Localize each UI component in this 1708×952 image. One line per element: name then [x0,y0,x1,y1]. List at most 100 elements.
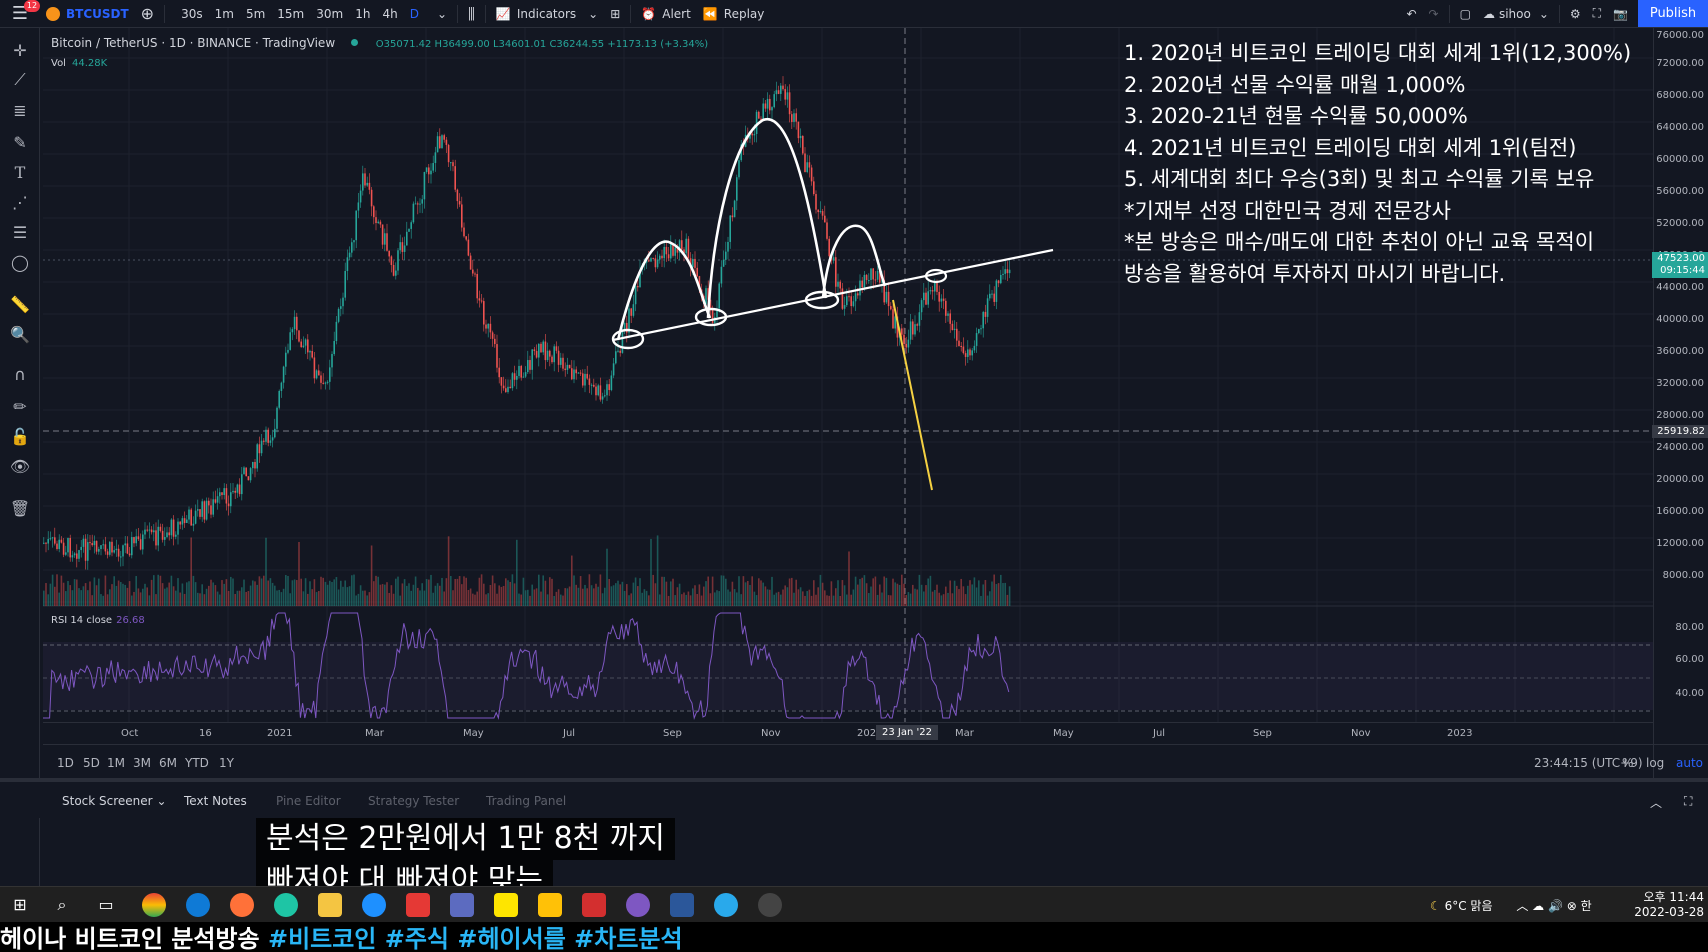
tab-strategy-tester[interactable]: Strategy Tester [368,794,459,808]
interval-4h[interactable]: 4h [376,7,403,21]
log-toggle[interactable]: log [1646,756,1664,770]
word-icon[interactable] [670,893,694,917]
brush-tool[interactable]: ✎ [8,130,32,154]
firefox-icon[interactable] [230,893,254,917]
layout-button[interactable]: ⊞ [604,0,626,28]
maximize-panel-button[interactable]: ⛶ [1684,794,1692,809]
shapes-tool[interactable]: ◯ [8,250,32,274]
compare-button[interactable]: ⊕ [135,0,160,28]
task-view-button[interactable]: ▭ [94,893,118,917]
tab-trading-panel[interactable]: Trading Panel [486,794,566,808]
windows-start-button[interactable]: ⊞ [8,893,32,917]
time-axis[interactable]: Oct 16 2021 Mar May Jul Sep Nov 202 Mar May Jul Sep N… [43,722,1653,744]
telegram-icon[interactable] [714,893,738,917]
replay-button[interactable]: ⏪ Replay [697,0,771,28]
interval-30m[interactable]: 30m [310,7,349,21]
interval-dropdown[interactable]: ⌄ [431,0,453,28]
fib-tool[interactable]: ≣ [8,98,32,122]
range-1y[interactable]: 1Y [219,756,234,770]
volume-bar [951,593,954,606]
range-1d[interactable]: 1D [57,756,74,770]
volume-bar [942,594,945,606]
zoom-tool[interactable]: 🔍 [8,322,32,346]
interval-30s[interactable]: 30s [175,7,209,21]
interval-1m[interactable]: 1m [209,7,240,21]
system-clock[interactable]: 오후 11:44 2022-03-28 [1634,890,1704,920]
interval-15m[interactable]: 15m [271,7,310,21]
redo-button[interactable]: ↷ [1423,0,1445,28]
search-button[interactable]: ⌕ [50,893,74,917]
range-5d[interactable]: 5D [83,756,100,770]
obs-icon[interactable] [758,893,782,917]
symbol-search-button[interactable]: BTCUSDT [40,0,135,28]
hide-tool[interactable]: 👁 [8,454,32,478]
fullscreen-toggle[interactable]: ▢ [1454,0,1477,28]
volume-bar [683,592,685,606]
kakaotalk-icon[interactable] [494,893,518,917]
top-toolbar: ☰ 12 BTCUSDT ⊕ 30s 1m 5m 15m 30m 1h 4h D ⌄ ⫼ 📈 … [0,0,1708,28]
collapse-panel-button[interactable]: ︿ [1650,794,1662,811]
candle-body [652,258,654,260]
volume-bar [1006,594,1009,606]
indicators-button[interactable]: 📈 Indicators ⌄ [490,0,604,28]
volume-bar [49,583,52,606]
candle-body [722,259,725,267]
range-3m[interactable]: 3M [133,756,151,770]
pattern-tool[interactable]: ⋰ [8,190,32,214]
ie-icon[interactable] [362,893,386,917]
divider [484,4,486,23]
candle-body [410,222,412,229]
volume-bar [876,594,879,606]
interval-D[interactable]: D [404,7,425,21]
candle-body [289,332,291,350]
file-explorer-icon[interactable] [318,893,342,917]
undo-button[interactable]: ↶ [1400,0,1422,28]
alert-button[interactable]: ⏰ Alert [635,0,697,28]
auto-toggle[interactable]: auto [1676,756,1703,770]
candle-body [315,370,318,379]
user-layout-button[interactable]: ☁ sihoo ⌄ [1477,0,1555,28]
candle-body [192,523,195,526]
snapshot-button[interactable]: 📷 [1607,0,1634,28]
note-line: 1. 2020년 비트코인 트레이딩 대회 세계 1위(12,300%) [1124,41,1632,65]
stay-drawing-tool[interactable]: ✏ [8,394,32,418]
trendline-tool[interactable]: ⟋ [8,68,32,92]
candle-body [861,280,863,288]
app-icon[interactable] [582,893,606,917]
measure-tool[interactable]: 📏 [8,292,32,316]
app-icon[interactable] [406,893,430,917]
chrome-icon[interactable] [142,893,166,917]
menu-button[interactable]: ☰ 12 [0,0,40,28]
weather-widget[interactable]: ☾ 6°C 맑음 ︿ ☁ 🔊 ⊗ 한 [1430,897,1592,914]
lock-tool[interactable]: 🔓 [8,424,32,448]
range-1m[interactable]: 1M [107,756,125,770]
tab-pine-editor[interactable]: Pine Editor [276,794,341,808]
candle-body [788,92,791,115]
tab-text-notes[interactable]: Text Notes [184,794,247,808]
delete-tool[interactable]: 🗑 [8,496,32,520]
range-ytd[interactable]: YTD [185,756,209,770]
app-icon[interactable] [274,893,298,917]
crosshair-date-tag: 23 Jan '22 [876,725,938,740]
calculator-icon[interactable] [450,893,474,917]
percent-toggle[interactable]: % [1622,756,1633,770]
prediction-tool[interactable]: ☰ [8,220,32,244]
interval-1h[interactable]: 1h [349,7,376,21]
magnet-tool[interactable]: ∩ [8,362,32,386]
settings-button[interactable]: ⚙ [1564,0,1587,28]
edge-icon[interactable] [186,893,210,917]
text-tool[interactable]: T [8,160,32,184]
discord-icon[interactable] [626,893,650,917]
interval-5m[interactable]: 5m [240,7,271,21]
crosshair-tool[interactable]: ✛ [8,38,32,62]
maximize-button[interactable]: ⛶ [1587,0,1607,28]
range-6m[interactable]: 6M [159,756,177,770]
app-icon[interactable] [538,893,562,917]
chart-type-button[interactable]: ⫼ [462,0,481,28]
candle-body [874,279,877,281]
volume-bar [557,589,560,606]
time-label: Jul [563,728,576,739]
tab-stock-screener[interactable]: Stock Screener ⌄ [62,794,167,808]
volume-bar [56,574,58,606]
publish-button[interactable]: Publish [1638,0,1708,27]
